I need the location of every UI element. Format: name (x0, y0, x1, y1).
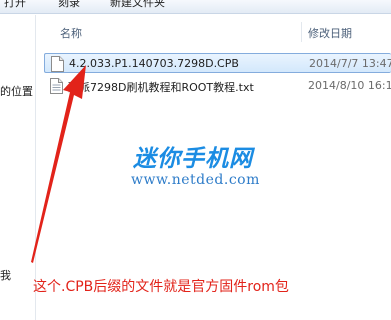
column-header-date-modified[interactable]: 修改日期 (308, 25, 352, 41)
file-row-cpb[interactable]: 4.2.033.P1.140703.7298D.CPB 2014/7/7 13:… (44, 53, 391, 73)
nav-item-computer[interactable]: 我 (0, 267, 11, 283)
burn-button[interactable]: 刻录 (58, 0, 80, 10)
watermark-url: www.netded.com (131, 172, 260, 188)
navigation-pane: 的位置 我 (0, 15, 36, 320)
file-date: 2014/8/10 16:1 (308, 79, 391, 92)
open-button[interactable]: 打开 (4, 0, 26, 10)
file-name: 酷派7298D刷机教程和ROOT教程.txt (68, 81, 254, 94)
nav-item-recent-places[interactable]: 的位置 (0, 83, 33, 99)
text-file-icon (50, 78, 63, 94)
watermark-logo: 迷你手机网 (133, 146, 253, 172)
file-name: 4.2.033.P1.140703.7298D.CPB (69, 57, 239, 70)
file-date: 2014/7/7 13:47 (309, 57, 391, 70)
column-divider[interactable] (301, 22, 302, 42)
new-folder-button[interactable]: 新建文件夹 (110, 0, 165, 10)
cpb-file-icon (51, 56, 64, 72)
file-row-txt[interactable]: 酷派7298D刷机教程和ROOT教程.txt 2014/8/10 16:1 (44, 76, 391, 96)
command-bar: 打开 刻录 新建文件夹 (0, 0, 391, 14)
column-header-name[interactable]: 名称 (60, 25, 82, 41)
annotation-caption: 这个.CPB后缀的文件就是官方固件rom包 (33, 279, 289, 295)
